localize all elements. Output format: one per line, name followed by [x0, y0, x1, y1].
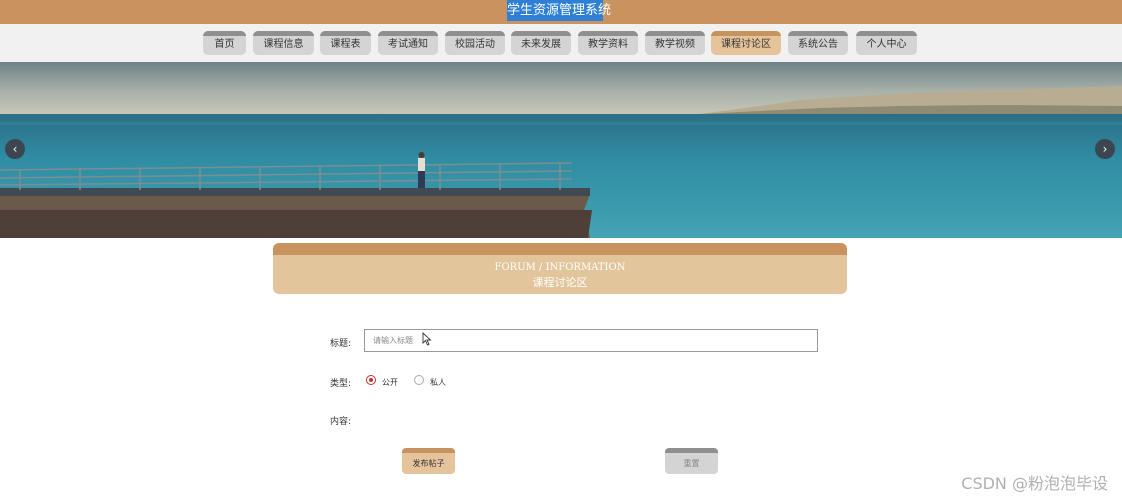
nav-personal-center[interactable]: 个人中心 — [856, 31, 917, 55]
publish-post-button[interactable]: 发布帖子 — [402, 448, 455, 474]
hero-banner — [0, 62, 1122, 238]
banner-prev-button[interactable]: ‹ — [5, 139, 25, 159]
nav-teaching-materials[interactable]: 教学资料 — [578, 31, 638, 55]
title-input[interactable] — [364, 329, 818, 352]
section-title-en: FORUM / INFORMATION — [494, 262, 626, 273]
section-header: FORUM / INFORMATION 课程讨论区 — [273, 243, 847, 294]
type-public-radio[interactable] — [366, 375, 376, 385]
nav-course-forum[interactable]: 课程讨论区 — [711, 31, 781, 55]
section-title-cn: 课程讨论区 — [532, 276, 588, 289]
reset-button[interactable]: 重置 — [665, 448, 718, 474]
type-private-radio[interactable] — [414, 375, 424, 385]
nav-course-schedule[interactable]: 课程表 — [320, 31, 371, 55]
main-nav: 首页 课程信息 课程表 考试通知 校园活动 未来发展 教学资料 教学视频 课程讨… — [0, 24, 1122, 62]
type-public-label[interactable]: 公开 — [382, 377, 398, 388]
nav-campus-activity[interactable]: 校园活动 — [445, 31, 505, 55]
app-title: 学生资源管理系统 — [507, 0, 611, 21]
nav-home[interactable]: 首页 — [203, 31, 246, 55]
type-private-label[interactable]: 私人 — [430, 377, 446, 388]
top-header-bar: 学生资源管理系统 — [0, 0, 1122, 24]
chevron-right-icon: › — [1102, 142, 1108, 156]
nav-course-info[interactable]: 课程信息 — [253, 31, 314, 55]
nav-future-development[interactable]: 未来发展 — [511, 31, 571, 55]
banner-next-button[interactable]: › — [1095, 139, 1115, 159]
nav-system-announcement[interactable]: 系统公告 — [788, 31, 848, 55]
banner-image — [0, 62, 1122, 238]
chevron-left-icon: ‹ — [12, 142, 18, 156]
nav-teaching-videos[interactable]: 教学视频 — [645, 31, 705, 55]
watermark-text: CSDN @粉泡泡毕设 — [961, 474, 1108, 493]
content-label: 内容: — [330, 417, 352, 427]
type-label: 类型: — [330, 379, 352, 389]
title-label: 标题: — [330, 339, 352, 349]
nav-exam-notice[interactable]: 考试通知 — [378, 31, 438, 55]
mouse-cursor-icon — [422, 332, 432, 346]
